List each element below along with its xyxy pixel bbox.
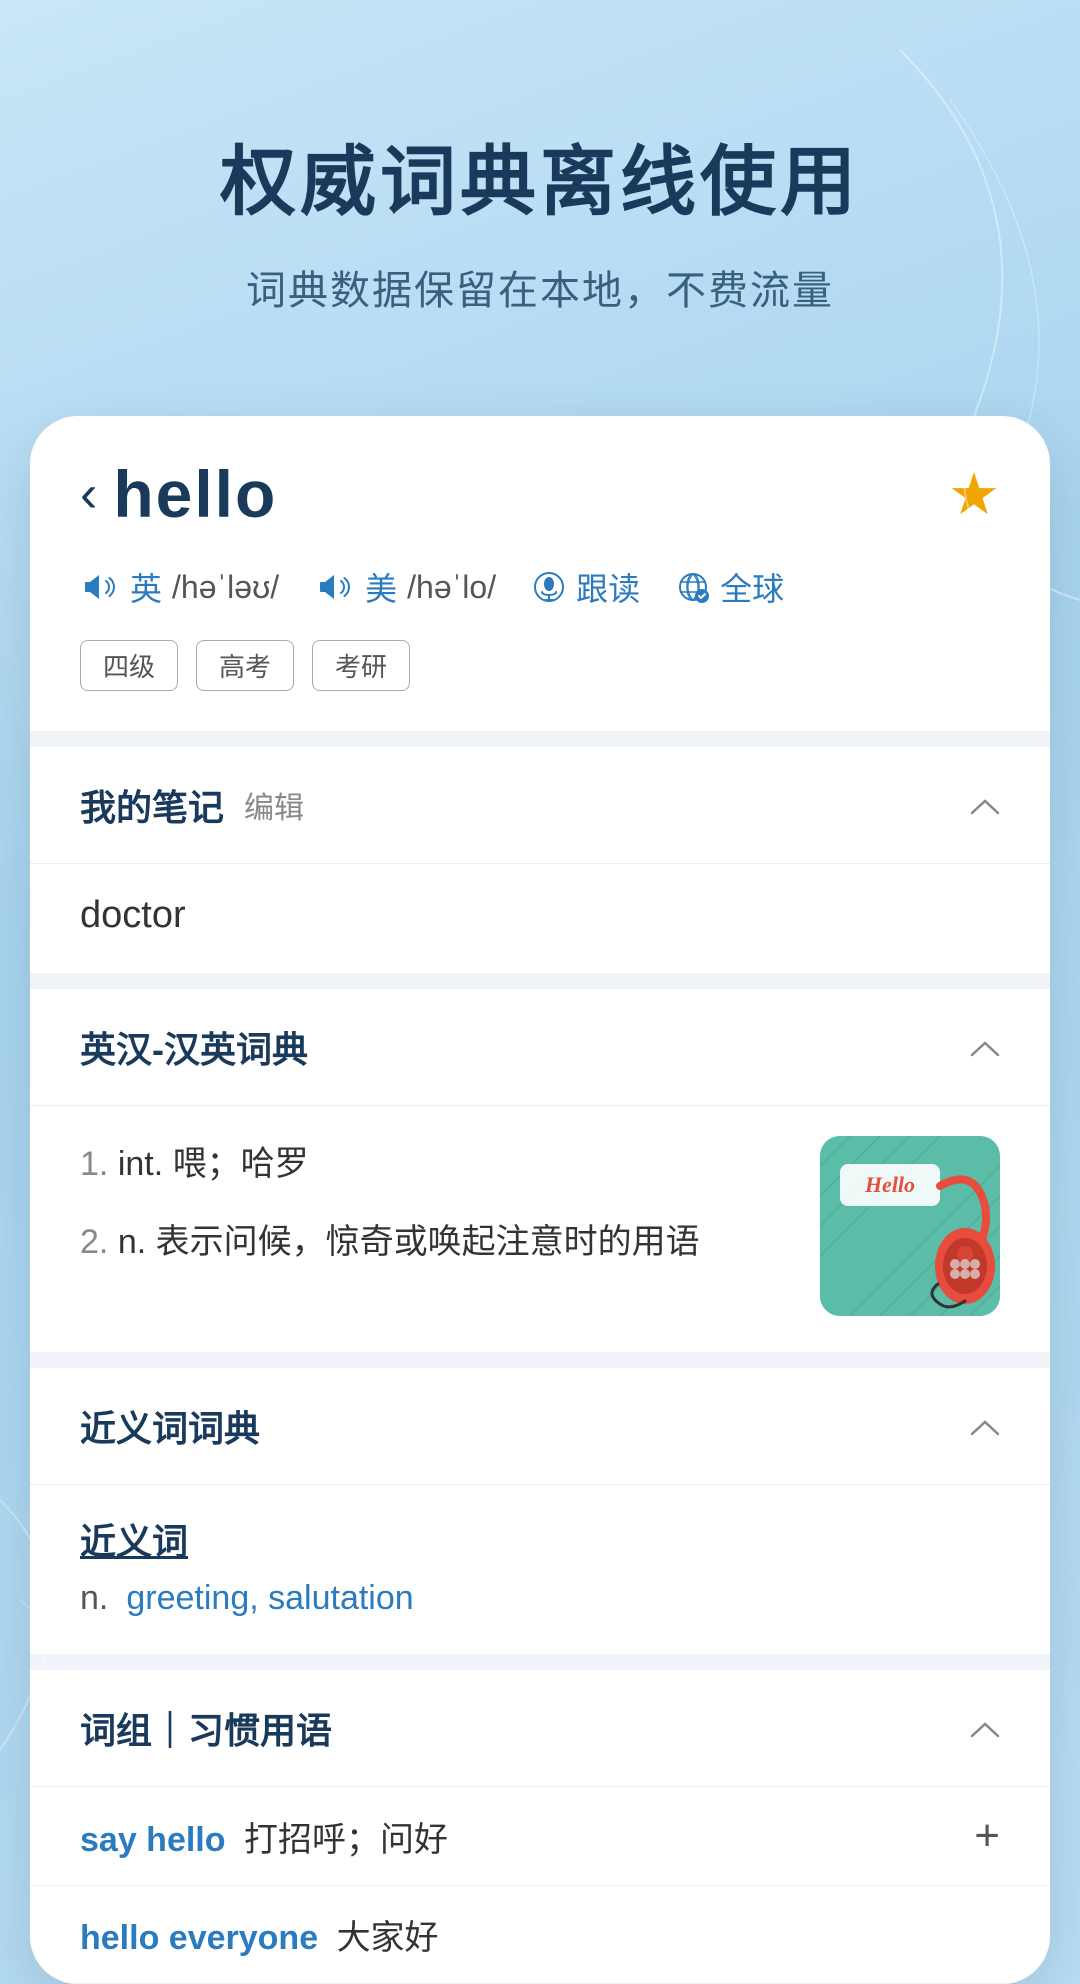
us-phonetic: /həˈlo/ [407,569,496,606]
phrase-add-icon-1[interactable]: + [974,1811,1000,1861]
tag-gaokao: 高考 [196,640,294,691]
dict-collapse-icon[interactable] [970,1026,1000,1068]
phrases-section: 词组｜习惯用语 say hello 打招呼；问好 + hello everyon… [30,1670,1050,1984]
en-label: 英 [130,564,162,610]
phrase-en-1: say hello [80,1821,226,1859]
notes-title: 我的笔记 [80,779,224,831]
dict-image: Hello [820,1136,1000,1316]
phrases-section-header: 词组｜习惯用语 [30,1670,1050,1787]
dict-item-1: 1. int. 喂；哈罗 [80,1136,790,1194]
tags-row: 四级 高考 考研 [80,640,1000,691]
word-header: ‹ hello ★ 英 /həˈləʊ/ [30,416,1050,731]
dict-def-1: int. 喂；哈罗 [118,1145,309,1183]
notes-section: 我的笔记 编辑 doctor [30,747,1050,973]
dict-num-2: 2. [80,1223,118,1261]
synonym-content: 近义词 n. greeting, salutation [30,1485,1050,1654]
notes-collapse-icon[interactable] [970,784,1000,826]
dict-item-2: 2. n. 表示问候，惊奇或唤起注意时的用语 [80,1214,790,1272]
phrases-collapse-icon[interactable] [970,1707,1000,1749]
word-title-row: ‹ hello ★ [80,456,1000,532]
speaker-en-icon [80,567,120,607]
notes-content: doctor [30,864,1050,973]
dict-section-header: 英汉-汉英词典 [30,989,1050,1106]
dict-content: 1. int. 喂；哈罗 2. n. 表示问候，惊奇或唤起注意时的用语 [30,1106,1050,1352]
dictionary-section: 英汉-汉英词典 1. int. 喂；哈罗 2. n. 表示问候，惊奇或唤起注意时… [30,989,1050,1352]
phrase-cn-2: 大家好 [337,1919,439,1957]
hero-subtitle: 词典数据保留在本地，不费流量 [60,258,1020,316]
phrase-text-1: say hello 打招呼；问好 [80,1812,448,1861]
dict-definitions: 1. int. 喂；哈罗 2. n. 表示问候，惊奇或唤起注意时的用语 [80,1136,790,1292]
notes-title-row: 我的笔记 编辑 [80,779,304,831]
speaker-us-icon [315,567,355,607]
follow-read-label: 跟读 [576,564,640,610]
synonym-words: greeting, salutation [126,1579,413,1618]
hero-title: 权威词典离线使用 [60,120,1020,230]
hero-section: 权威词典离线使用 词典数据保留在本地，不费流量 [0,0,1080,376]
phrase-cn-1: 打招呼；问好 [244,1821,448,1859]
word-display: hello [113,456,277,532]
phrase-item-2: hello everyone 大家好 [30,1886,1050,1984]
us-label: 美 [365,564,397,610]
synonym-collapse-icon[interactable] [970,1405,1000,1447]
pronunciation-row: 英 /həˈləʊ/ 美 /həˈlo/ [80,564,1000,610]
en-phonetic: /həˈləʊ/ [172,569,279,606]
follow-read-button[interactable]: 跟读 [532,564,640,610]
tag-kaoyan: 考研 [312,640,410,691]
note-text: doctor [80,894,186,936]
synonym-section-header: 近义词词典 [30,1368,1050,1485]
phrase-item-1: say hello 打招呼；问好 + [30,1787,1050,1886]
synonym-title: 近义词词典 [80,1400,260,1452]
favorite-star-icon[interactable]: ★ [948,460,1000,528]
dict-title: 英汉-汉英词典 [80,1021,308,1073]
synonym-section: 近义词词典 近义词 n. greeting, salutation [30,1368,1050,1654]
word-back-title: ‹ hello [80,456,277,532]
phrase-text-2: hello everyone 大家好 [80,1910,439,1959]
back-button[interactable]: ‹ [80,468,97,520]
synonym-row: n. greeting, salutation [80,1579,1000,1618]
svg-text:Hello: Hello [864,1172,915,1197]
notes-section-header: 我的笔记 编辑 [30,747,1050,864]
global-button[interactable]: 全球 [676,564,784,610]
global-label: 全球 [720,564,784,610]
synonym-pos: n. [80,1579,108,1618]
tag-cet4: 四级 [80,640,178,691]
phrase-en-2: hello everyone [80,1919,318,1957]
pron-us[interactable]: 美 /həˈlo/ [315,564,496,610]
main-card: ‹ hello ★ 英 /həˈləʊ/ [30,416,1050,1984]
phrases-title: 词组｜习惯用语 [80,1702,332,1754]
notes-edit-button[interactable]: 编辑 [244,783,304,827]
pron-en[interactable]: 英 /həˈləʊ/ [80,564,279,610]
dict-def-2: n. 表示问候，惊奇或唤起注意时的用语 [118,1223,700,1261]
dict-num-1: 1. [80,1145,118,1183]
synonym-header-text: 近义词 [80,1513,1000,1565]
